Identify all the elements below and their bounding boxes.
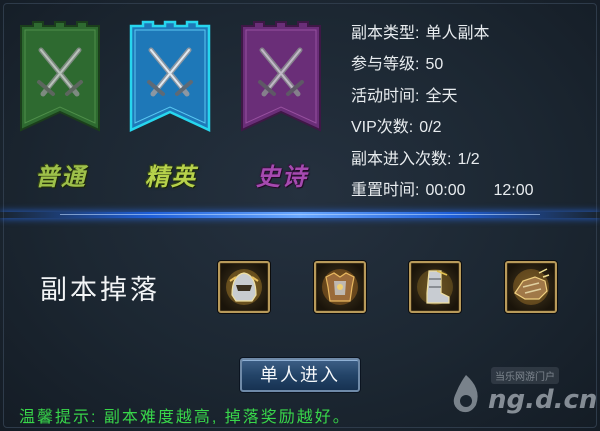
crossed-swords-icon [20, 21, 100, 132]
chest-armor-icon [322, 269, 358, 305]
info-value: 12:00 [493, 181, 534, 199]
info-vip-count: VIP次数: 0/2 [351, 112, 596, 143]
single-enter-button[interactable]: 单人进入 [240, 358, 360, 392]
tier-banner-epic[interactable] [240, 20, 322, 132]
watermark-domain: ng.d.cn [488, 385, 598, 415]
drop-item-slot[interactable] [314, 261, 366, 313]
tier-banner-elite[interactable] [129, 20, 211, 132]
helmet-icon [226, 269, 262, 305]
boots-icon [417, 269, 453, 305]
info-level: 参与等级: 50 [351, 49, 596, 80]
info-activity-time: 活动时间: 全天 [351, 81, 596, 112]
tier-label-normal[interactable]: 普通 [11, 157, 111, 192]
drop-item-slot[interactable] [505, 261, 557, 313]
dungeon-panel: 普通 精英 史诗 副本类型: 单人副本 参与等级: 50 活动时间: 全天 VIP次数… [0, 0, 600, 431]
info-label: 重置时间: [351, 181, 420, 199]
info-entry-count: 副本进入次数: 1/2 [351, 144, 596, 175]
info-value: 0/2 [419, 119, 442, 137]
drop-item-slot[interactable] [409, 261, 461, 313]
tier-label-epic[interactable]: 史诗 [232, 157, 332, 192]
info-label: 活动时间: [351, 87, 420, 105]
info-value: 00:00 [425, 181, 466, 199]
dungeon-info: 副本类型: 单人副本 参与等级: 50 活动时间: 全天 VIP次数: 0/2 副本进入… [351, 18, 596, 206]
info-value: 50 [425, 56, 444, 74]
tier-label-elite[interactable]: 精英 [121, 157, 221, 192]
crossed-swords-icon [129, 20, 211, 132]
info-label: VIP次数: [351, 119, 414, 137]
info-value: 全天 [425, 87, 458, 105]
info-label: 副本进入次数: [351, 150, 452, 168]
tip-text: 温馨提示: 副本难度越高, 掉落奖励越好。 [19, 409, 351, 426]
section-divider [0, 212, 600, 218]
info-reset-time: 重置时间: 00:00 12:00 [351, 175, 596, 206]
tier-banner-normal[interactable] [19, 20, 101, 132]
drop-item-slot[interactable] [218, 261, 270, 313]
crossed-swords-icon [241, 21, 321, 132]
info-dungeon-type: 副本类型: 单人副本 [351, 18, 596, 49]
watermark-tagline: 当乐网游门户 [491, 367, 559, 384]
drops-title: 副本掉落 [40, 275, 160, 305]
watermark-logo-icon [453, 375, 478, 413]
info-label: 副本类型: [351, 25, 420, 42]
info-value: 单人副本 [425, 25, 490, 42]
gauntlet-icon [513, 268, 550, 305]
info-value: 1/2 [457, 150, 480, 168]
watermark: 当乐网游门户 ng.d.cn [446, 365, 597, 421]
info-label: 参与等级: [351, 56, 420, 74]
